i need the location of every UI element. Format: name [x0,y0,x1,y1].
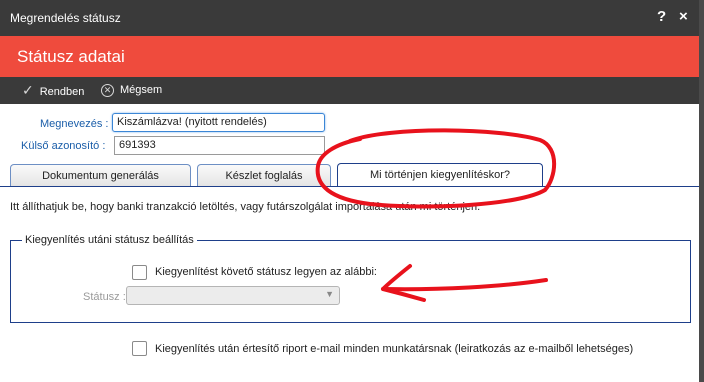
notify-label: Kiegyenlítés után értesítő riport e-mail… [155,343,634,355]
tab-strip-divider [0,186,699,187]
dialog-window: Megrendelés státusz ? × Státusz adatai ✓… [0,0,699,382]
tab-label: Készlet foglalás [225,170,303,182]
external-id-label: Külső azonosító : [21,140,106,152]
tab-label: Dokumentum generálás [42,170,159,182]
window-title: Megrendelés státusz [10,11,121,25]
toolbar: ✓ Rendben ✕ Mégsem [0,77,699,104]
fieldset-legend: Kiegyenlítés utáni státusz beállítás [22,234,197,246]
name-label: Megnevezés : [40,118,109,130]
status-select[interactable]: ▼ [126,286,340,305]
cancel-button-label: Mégsem [120,84,163,96]
tab-stock-reservation[interactable]: Készlet foglalás [197,164,331,186]
ok-button[interactable]: ✓ Rendben [22,77,84,104]
page-title: Státusz adatai [17,47,125,66]
tab-on-payment[interactable]: Mi történjen kiegyenlítéskor? [337,163,543,187]
section-header: Státusz adatai [0,36,699,77]
tab-label: Mi történjen kiegyenlítéskor? [369,169,510,181]
cancel-button[interactable]: ✕ Mégsem [101,77,162,104]
external-id-input[interactable]: 691393 [114,136,325,155]
name-input[interactable]: Kiszámlázva! (nyitott rendelés) [112,113,325,132]
follow-status-label: Kiegyenlítést követő státusz legyen az a… [155,266,377,278]
chevron-down-icon: ▼ [325,289,334,299]
notify-checkbox[interactable] [132,341,147,356]
checkmark-icon: ✓ [22,82,34,98]
help-icon[interactable]: ? [657,8,666,25]
panel-description: Itt állíthatjuk be, hogy banki tranzakci… [10,201,481,213]
title-bar: Megrendelés státusz ? × [0,0,699,36]
close-icon[interactable]: × [679,8,688,25]
window-edge [699,0,704,382]
status-label: Státusz : [83,291,126,303]
ok-button-label: Rendben [39,86,85,98]
payment-status-fieldset [10,240,691,323]
follow-status-checkbox[interactable] [132,265,147,280]
tab-document-generation[interactable]: Dokumentum generálás [10,164,191,186]
close-circle-icon: ✕ [101,83,114,97]
